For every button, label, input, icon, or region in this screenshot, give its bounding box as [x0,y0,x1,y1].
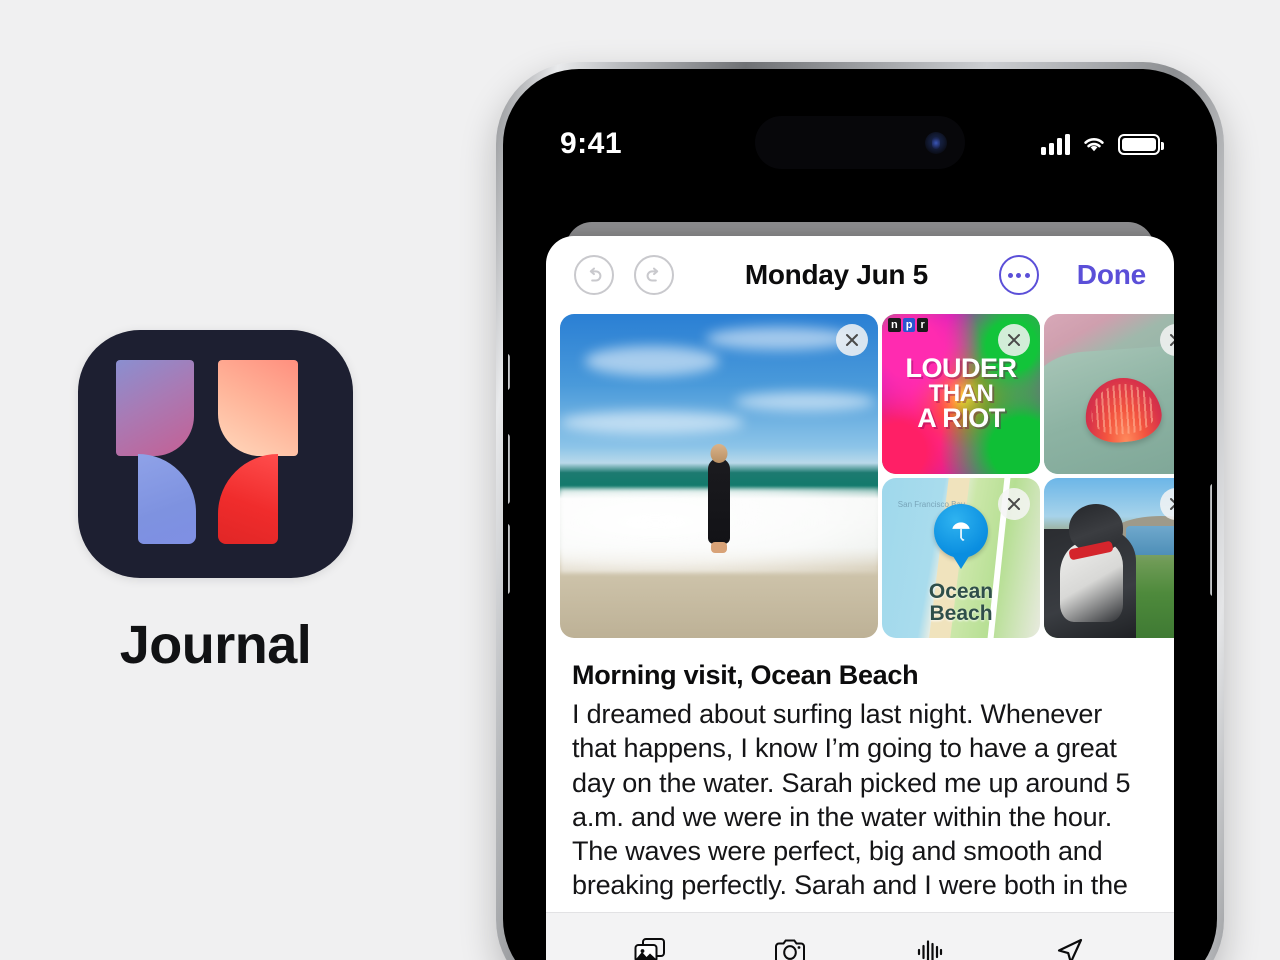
volume-up-button[interactable] [508,434,510,504]
signal-bars-icon [1041,133,1070,155]
icon-petal-bottom-right [218,454,278,544]
photo-dog-car-window[interactable] [1044,478,1174,638]
more-ellipsis-icon[interactable] [998,255,1039,295]
volume-down-button[interactable] [508,524,510,594]
phone-screen: 9:41 Monday Jun 5 Done n p r LOUDER THAN… [508,74,1212,960]
phone-bezel: 9:41 Monday Jun 5 Done n p r LOUDER THAN… [503,69,1217,960]
journal-date-title: Monday Jun 5 [744,259,928,290]
icon-petal-top-left [116,360,194,456]
wifi-icon [1084,138,1104,152]
map-ocean-beach[interactable]: San Francisco Bay Ocean Beach [882,478,1040,638]
remove-media-button[interactable] [998,324,1030,356]
photo-surfer-beach[interactable] [560,314,878,638]
journal-toolbar: Monday Jun 5 Done [546,236,1174,314]
journal-app-icon[interactable] [78,330,353,578]
remove-media-button[interactable] [998,488,1030,520]
journal-entry-content[interactable]: Morning visit, Ocean Beach I dreamed abo… [546,638,1174,912]
icon-petal-top-right [218,360,298,456]
camera-button[interactable] [763,933,817,960]
status-clock: 9:41 [560,127,623,160]
media-attachment-grid: npr LOUDER THAN A RIOT San Francisco Bay… [546,314,1174,638]
entry-body-text: I dreamed about surfing last night. When… [572,699,1131,901]
podcast-louder-than-a-riot[interactable]: npr LOUDER THAN A RIOT [882,314,1040,474]
page-root: Journal 9:41 Monday Jun 5 Done n p r LOU… [0,0,1280,960]
iphone-device-frame: 9:41 Monday Jun 5 Done n p r LOUDER THAN… [496,62,1224,960]
power-button[interactable] [1210,484,1212,596]
location-button[interactable] [1043,933,1097,960]
map-place-label: Ocean Beach [928,580,994,626]
entry-title: Morning visit, Ocean Beach [572,660,919,690]
audio-button[interactable] [903,933,957,960]
app-name-label: Journal [119,615,312,675]
npr-logo: npr [888,318,928,333]
battery-icon [1118,133,1164,155]
mute-switch[interactable] [508,354,510,390]
beach-umbrella-icon [934,503,988,558]
undo-icon[interactable] [574,255,614,295]
app-showcase: Journal [78,330,353,676]
redo-icon[interactable] [634,255,674,295]
journal-bottom-toolbar [546,912,1174,960]
photos-button[interactable] [623,933,677,960]
status-indicators [1041,133,1164,155]
status-bar: 9:41 [508,122,1212,166]
icon-petal-bottom-left [138,454,196,544]
remove-media-button[interactable] [836,324,868,356]
done-button[interactable]: Done [1077,259,1146,291]
photo-seashell-towel[interactable] [1044,314,1174,474]
journal-entry-sheet: Monday Jun 5 Done n p r LOUDER THAN A RI… [546,236,1174,960]
